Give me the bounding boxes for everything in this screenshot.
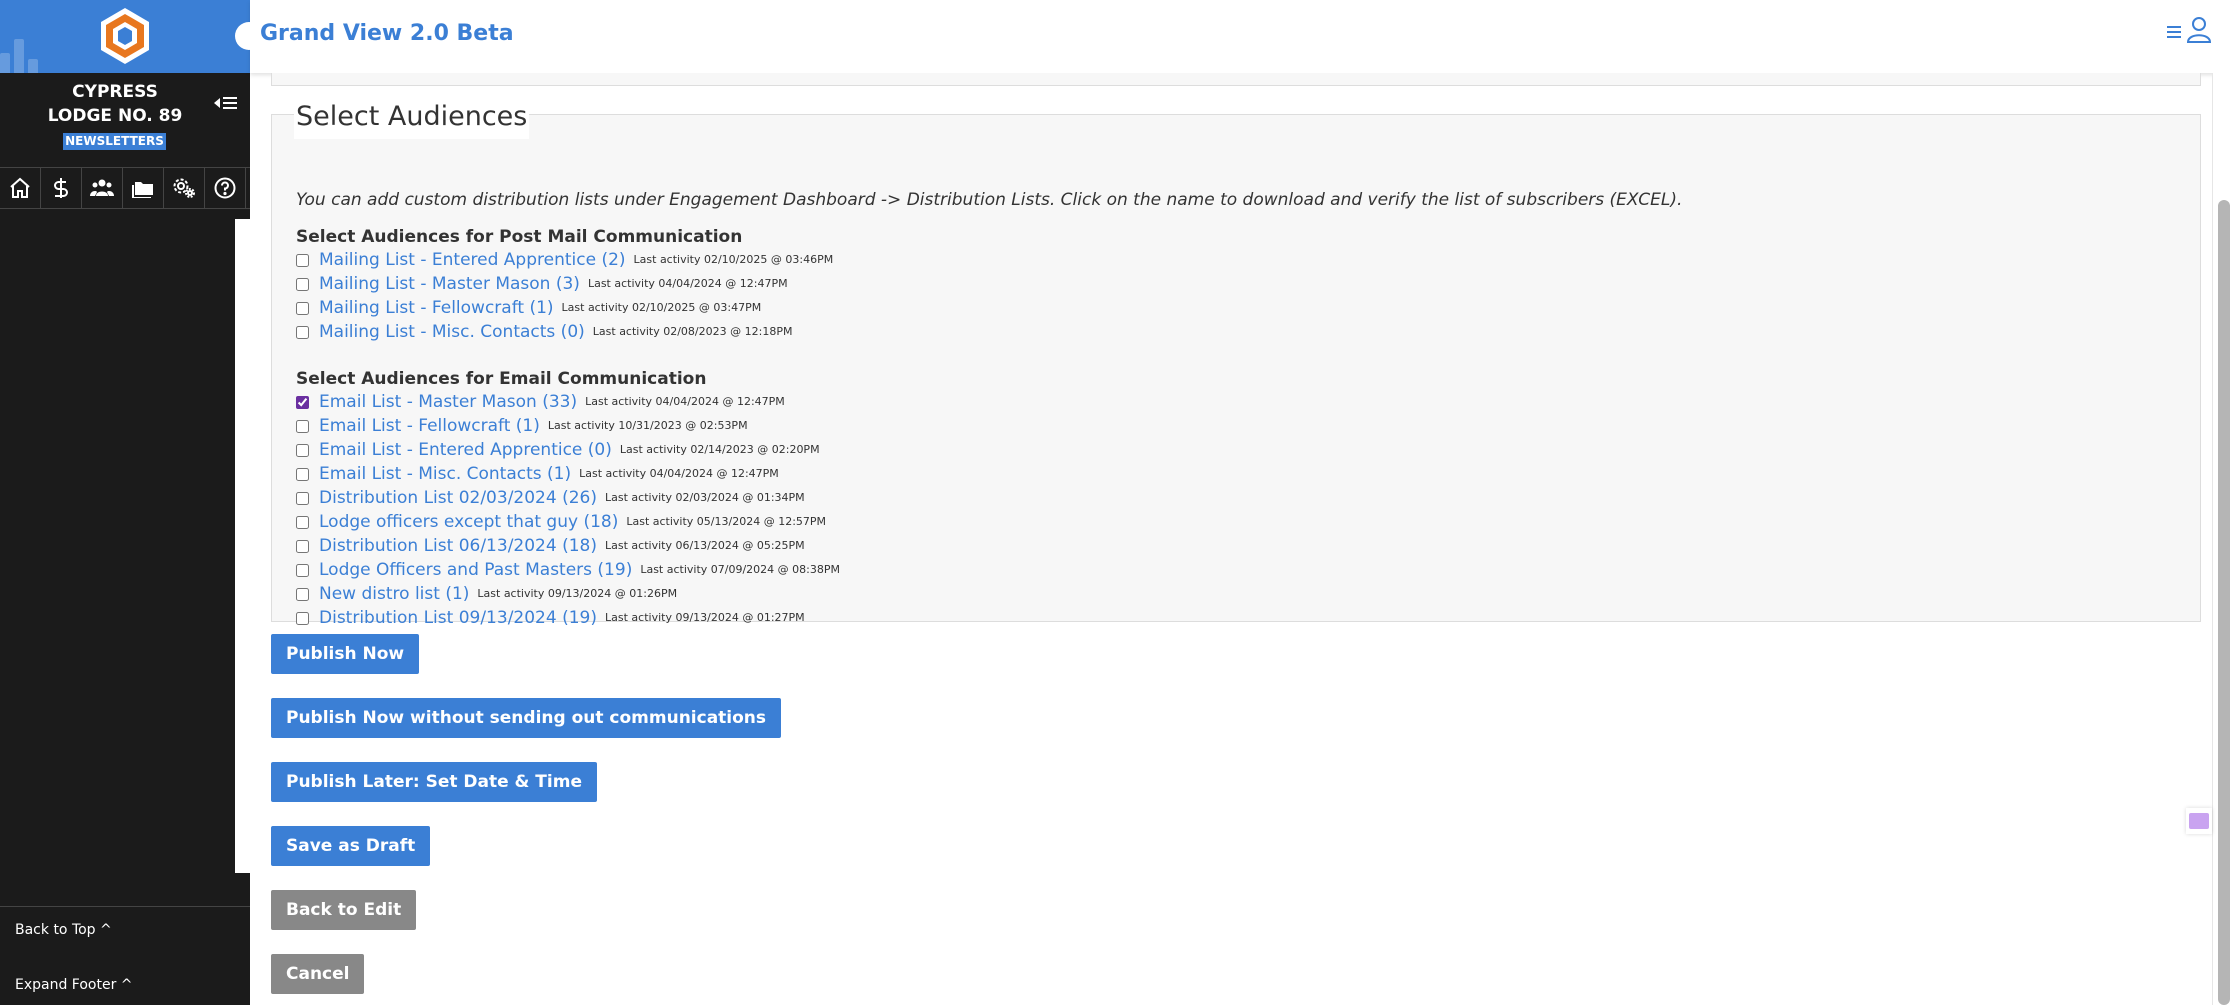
email-list: Email List - Master Mason (33) Last activ… — [296, 390, 1682, 630]
last-activity-text: Last activity 09/13/2024 @ 01:26PM — [477, 587, 678, 600]
audience-checkbox[interactable] — [296, 491, 309, 505]
audience-row: Email List - Fellowcraft (1) Last activit… — [296, 414, 1682, 438]
audience-row: Lodge officers except that guy (18) Last … — [296, 510, 1682, 534]
sidebar-icon-bar — [0, 167, 250, 209]
sidebar-divider — [0, 906, 250, 907]
scrollbar-thumb[interactable] — [2218, 200, 2230, 1005]
audiences-panel-body: You can add custom distribution lists un… — [296, 189, 1682, 630]
last-activity-text: Last activity 04/04/2024 @ 12:47PM — [587, 277, 788, 290]
audience-checkbox[interactable] — [296, 587, 309, 601]
audience-checkbox[interactable] — [296, 467, 309, 481]
audiences-panel: You can add custom distribution lists un… — [271, 114, 2201, 628]
audience-row: Distribution List 09/13/2024 (19) Last ac… — [296, 606, 1682, 630]
lodge-logo-icon[interactable] — [98, 6, 152, 66]
audience-link[interactable]: Lodge officers except that guy (18) — [319, 510, 618, 534]
audience-checkbox[interactable] — [296, 563, 309, 577]
audience-checkbox[interactable] — [296, 443, 309, 457]
logo-bars-decoration — [0, 20, 60, 73]
section-badge: NEWSLETTERS — [63, 133, 166, 150]
audience-link[interactable]: New distro list (1) — [319, 582, 469, 606]
audience-link[interactable]: Mailing List - Misc. Contacts (0) — [319, 320, 585, 344]
post-mail-group-title: Select Audiences for Post Mail Communica… — [296, 227, 743, 247]
save-draft-button[interactable]: Save as Draft — [271, 826, 431, 866]
audience-link[interactable]: Email List - Fellowcraft (1) — [319, 414, 540, 438]
last-activity-text: Last activity 02/14/2023 @ 02:20PM — [619, 443, 820, 456]
last-activity-text: Last activity 06/13/2024 @ 05:25PM — [605, 539, 805, 552]
previous-panel-edge — [271, 73, 2201, 86]
audience-checkbox[interactable] — [296, 277, 309, 291]
audience-checkbox[interactable] — [296, 395, 309, 409]
section-title: Select Audiences — [294, 95, 530, 139]
settings-icon[interactable] — [164, 168, 205, 208]
audience-row: Mailing List - Fellowcraft (1) Last activ… — [296, 296, 1682, 320]
last-activity-text: Last activity 10/31/2023 @ 02:53PM — [547, 419, 748, 432]
last-activity-text: Last activity 07/09/2024 @ 08:38PM — [640, 563, 840, 576]
audience-checkbox[interactable] — [296, 539, 309, 553]
lodge-name-line1: CYPRESS — [72, 82, 158, 102]
audience-row: Email List - Entered Apprentice (0) Last … — [296, 438, 1682, 462]
last-activity-text: Last activity 05/13/2024 @ 12:57PM — [626, 515, 827, 528]
lodge-name-line2: LODGE NO. 89 — [47, 106, 183, 126]
audience-row: Mailing List - Master Mason (3) Last acti… — [296, 272, 1682, 296]
feedback-tag-icon[interactable] — [2186, 808, 2212, 834]
last-activity-text: Last activity 02/10/2025 @ 03:47PM — [561, 301, 762, 314]
audience-row: Distribution List 02/03/2024 (26) Last ac… — [296, 486, 1682, 510]
audience-link[interactable]: Email List - Master Mason (33) — [319, 390, 577, 414]
last-activity-text: Last activity 02/08/2023 @ 12:18PM — [592, 325, 793, 338]
audience-link[interactable]: Mailing List - Master Mason (3) — [319, 272, 580, 296]
menu-icon[interactable] — [2164, 18, 2186, 44]
last-activity-text: Last activity 02/10/2025 @ 03:46PM — [633, 253, 834, 266]
dollar-icon[interactable] — [41, 168, 82, 208]
publish-later-button[interactable]: Publish Later: Set Date & Time — [271, 762, 597, 802]
header-toggle[interactable] — [235, 22, 263, 50]
audience-row: Mailing List - Misc. Contacts (0) Last ac… — [296, 320, 1682, 344]
audience-row: Mailing List - Entered Apprentice (2) Las… — [296, 248, 1682, 272]
expand-footer-link[interactable]: Expand Footer ^ — [15, 975, 133, 995]
back-to-edit-button[interactable]: Back to Edit — [271, 890, 417, 930]
sidebar: CYPRESS LODGE NO. 89 NEWSLETTERS Back to… — [0, 0, 250, 1005]
user-icon[interactable] — [2186, 15, 2212, 43]
audience-checkbox[interactable] — [296, 515, 309, 529]
publish-now-button[interactable]: Publish Now — [271, 634, 420, 674]
audience-row: Email List - Misc. Contacts (1) Last acti… — [296, 462, 1682, 486]
last-activity-text: Last activity 09/13/2024 @ 01:27PM — [605, 611, 805, 624]
publish-without-comms-button[interactable]: Publish Now without sending out communic… — [271, 698, 782, 738]
audience-link[interactable]: Email List - Entered Apprentice (0) — [319, 438, 612, 462]
main-content: You can add custom distribution lists un… — [250, 73, 2212, 1005]
audience-checkbox[interactable] — [296, 301, 309, 315]
cancel-button[interactable]: Cancel — [271, 954, 365, 994]
lodge-name: CYPRESS LODGE NO. 89 — [0, 80, 230, 128]
audience-link[interactable]: Distribution List 02/03/2024 (26) — [319, 486, 597, 510]
audience-checkbox[interactable] — [296, 419, 309, 433]
audience-link[interactable]: Mailing List - Entered Apprentice (2) — [319, 248, 626, 272]
members-icon[interactable] — [82, 168, 123, 208]
folder-icon[interactable] — [123, 168, 164, 208]
top-header — [250, 0, 2236, 73]
home-icon[interactable] — [0, 168, 41, 208]
logo-area — [0, 0, 250, 73]
audience-link[interactable]: Distribution List 09/13/2024 (19) — [319, 606, 597, 630]
audience-checkbox[interactable] — [296, 253, 309, 267]
sidebar-scroll-area — [235, 219, 250, 873]
help-icon[interactable] — [205, 168, 246, 208]
audience-link[interactable]: Mailing List - Fellowcraft (1) — [319, 296, 554, 320]
audience-link[interactable]: Lodge Officers and Past Masters (19) — [319, 558, 632, 582]
audience-row: New distro list (1) Last activity 09/13/2… — [296, 582, 1682, 606]
audience-link[interactable]: Email List - Misc. Contacts (1) — [319, 462, 571, 486]
audience-checkbox[interactable] — [296, 611, 309, 625]
back-to-top-link[interactable]: Back to Top ^ — [15, 920, 112, 940]
distribution-note: You can add custom distribution lists un… — [296, 190, 1683, 210]
audience-row: Email List - Master Mason (33) Last activ… — [296, 390, 1682, 414]
audience-checkbox[interactable] — [296, 325, 309, 339]
email-group-title: Select Audiences for Email Communication — [296, 369, 707, 389]
audience-row: Lodge Officers and Past Masters (19) Last… — [296, 558, 1682, 582]
last-activity-text: Last activity 04/04/2024 @ 12:47PM — [585, 395, 785, 408]
audience-link[interactable]: Distribution List 06/13/2024 (18) — [319, 534, 597, 558]
last-activity-text: Last activity 04/04/2024 @ 12:47PM — [579, 467, 779, 480]
last-activity-text: Last activity 02/03/2024 @ 01:34PM — [605, 491, 805, 504]
app-title: Grand View 2.0 Beta — [260, 21, 514, 46]
audience-row: Distribution List 06/13/2024 (18) Last ac… — [296, 534, 1682, 558]
post-mail-list: Mailing List - Entered Apprentice (2) Las… — [296, 248, 1682, 344]
